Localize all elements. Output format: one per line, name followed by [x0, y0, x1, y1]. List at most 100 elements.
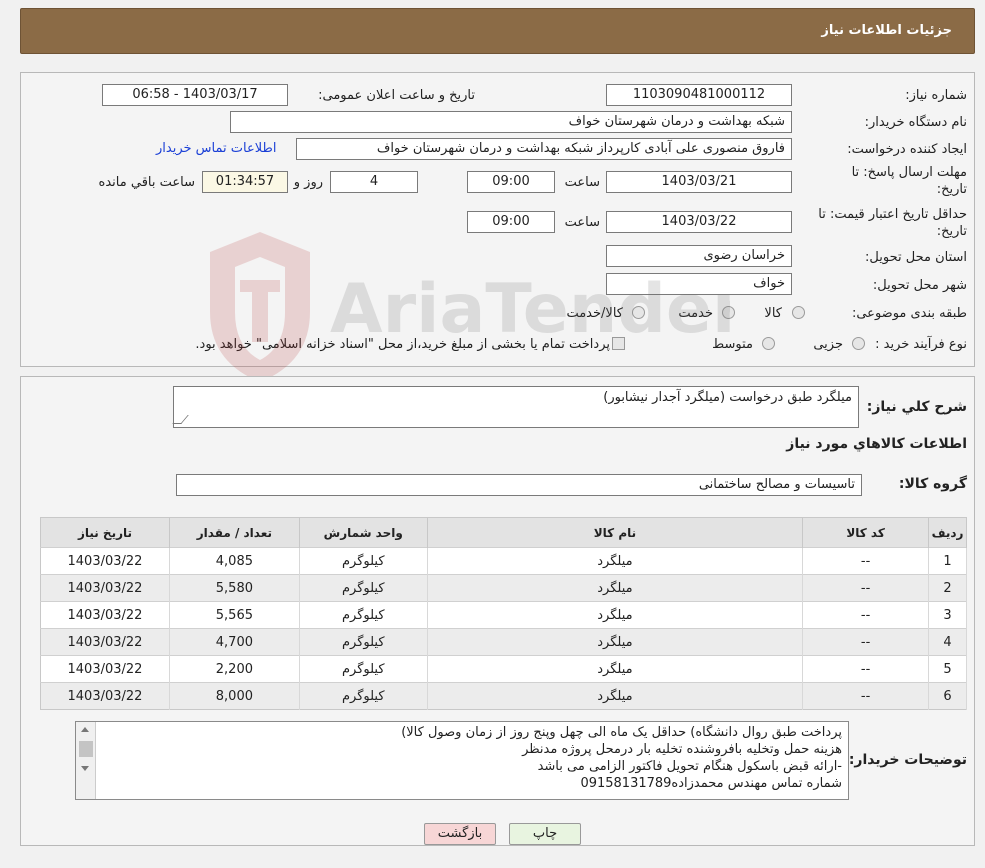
row-number: 5 — [928, 655, 967, 683]
unit: کیلوگرم — [299, 628, 428, 656]
goods-table: ردیف کد کالا نام کالا واحد شمارش تعداد /… — [40, 517, 967, 710]
scroll-thumb[interactable] — [79, 741, 93, 757]
announce-label: تاریخ و ساعت اعلان عمومی: — [318, 88, 475, 103]
row-number: 2 — [928, 574, 967, 602]
goods-name: میلگرد — [427, 601, 804, 629]
need-number-field: 1103090481000112 — [606, 84, 792, 106]
goods-name: میلگرد — [427, 574, 804, 602]
deadline-label: مهلت ارسال پاسخ: تا — [851, 165, 967, 180]
quantity: 4,700 — [169, 628, 300, 656]
col-unit: واحد شمارش — [299, 517, 428, 548]
need-number-label: شماره نیاز: — [905, 88, 967, 103]
table-row: 6 -- میلگرد کیلوگرم 8,000 1403/03/22 — [40, 682, 967, 710]
table-row: 5 -- میلگرد کیلوگرم 2,200 1403/03/22 — [40, 655, 967, 683]
unit: کیلوگرم — [299, 601, 428, 629]
table-row: 1 -- میلگرد کیلوگرم 4,085 1403/03/22 — [40, 547, 967, 575]
buyer-note-line: -ارائه قبض باسکول هنگام تحویل فاکتور الز… — [537, 759, 842, 774]
print-button[interactable]: چاپ — [509, 823, 581, 845]
deadline-date-field: 1403/03/21 — [606, 171, 792, 193]
buyer-note-line: پرداخت طبق روال دانشگاه) حداقل یک ماه ال… — [401, 725, 842, 740]
goods-code: -- — [802, 655, 930, 683]
col-row-number: ردیف — [928, 517, 967, 548]
need-date: 1403/03/22 — [40, 601, 170, 629]
goods-name: میلگرد — [427, 655, 804, 683]
page-header: جزئیات اطلاعات نیاز — [20, 8, 975, 54]
validity-time-label: ساعت — [564, 215, 600, 230]
table-row: 3 -- میلگرد کیلوگرم 5,565 1403/03/22 — [40, 601, 967, 629]
goods-name: میلگرد — [427, 628, 804, 656]
quantity: 8,000 — [169, 682, 300, 710]
quantity: 5,565 — [169, 601, 300, 629]
deadline-label-2: تاریخ: — [936, 182, 967, 197]
watermark-text: AriaTender.neT — [330, 270, 730, 349]
row-number: 1 — [928, 547, 967, 575]
goods-group-label: گروه کالا: — [898, 476, 967, 492]
need-date: 1403/03/22 — [40, 682, 170, 710]
quantity: 5,580 — [169, 574, 300, 602]
page-title: جزئیات اطلاعات نیاز — [821, 23, 952, 38]
announce-field: 1403/03/17 - 06:58 — [102, 84, 288, 106]
deadline-time-field: 09:00 — [467, 171, 555, 193]
remaining-time-field: 01:34:57 — [202, 171, 288, 193]
row-number: 4 — [928, 628, 967, 656]
goods-name: میلگرد — [427, 547, 804, 575]
summary-field: میلگرد طبق درخواست (میلگرد آجدار نیشابور… — [173, 386, 859, 428]
col-goods-name: نام کالا — [427, 517, 804, 548]
ariatender-watermark: AriaTender.neT — [210, 232, 730, 382]
scroll-down-icon[interactable] — [81, 766, 89, 771]
remaining-label: ساعت باقي مانده — [98, 175, 195, 190]
need-date: 1403/03/22 — [40, 655, 170, 683]
process-radio-medium[interactable] — [762, 337, 775, 350]
creator-label: ایجاد کننده درخواست: — [847, 142, 967, 157]
creator-field: فاروق منصوری علی آبادی کارپرداز شبکه بهد… — [296, 138, 792, 160]
buyer-notes-textarea[interactable]: پرداخت طبق روال دانشگاه) حداقل یک ماه ال… — [75, 721, 849, 800]
goods-name: میلگرد — [427, 682, 804, 710]
unit: کیلوگرم — [299, 574, 428, 602]
unit: کیلوگرم — [299, 655, 428, 683]
buyer-note-line: شماره تماس مهندس محمدزاده09158131789 — [580, 776, 842, 791]
goods-code: -- — [802, 601, 930, 629]
days-label: روز و — [293, 175, 323, 190]
deadline-time-label: ساعت — [564, 175, 600, 190]
buyer-contact-link[interactable]: اطلاعات تماس خریدار — [156, 141, 276, 156]
process-label: نوع فرآیند خرید : — [875, 337, 967, 352]
buyer-label: نام دستگاه خریدار: — [864, 115, 967, 130]
category-label: طبقه بندی موضوعی: — [851, 306, 967, 321]
validity-label-2: تاریخ: — [936, 224, 967, 239]
goods-group-field: تاسیسات و مصالح ساختمانی — [176, 474, 862, 496]
row-number: 3 — [928, 601, 967, 629]
category-option-goods: کالا — [764, 306, 782, 321]
need-date: 1403/03/22 — [40, 628, 170, 656]
buyer-field: شبکه بهداشت و درمان شهرستان خواف — [230, 111, 792, 133]
process-option-minor: جزیی — [813, 337, 843, 352]
table-row: 4 -- میلگرد کیلوگرم 4,700 1403/03/22 — [40, 628, 967, 656]
validity-time-field: 09:00 — [467, 211, 555, 233]
buyer-notes-label: توضیحات خریدار: — [848, 752, 967, 768]
col-quantity: تعداد / مقدار — [169, 517, 300, 548]
goods-info-title: اطلاعات کالاهاي مورد نیاز — [786, 436, 967, 452]
need-date: 1403/03/22 — [40, 574, 170, 602]
row-number: 6 — [928, 682, 967, 710]
col-need-date: تاریخ نیاز — [40, 517, 170, 548]
unit: کیلوگرم — [299, 682, 428, 710]
process-radio-minor[interactable] — [852, 337, 865, 350]
col-goods-code: کد کالا — [802, 517, 930, 548]
validity-date-field: 1403/03/22 — [606, 211, 792, 233]
goods-code: -- — [802, 547, 930, 575]
back-button[interactable]: بازگشت — [424, 823, 496, 845]
days-field: 4 — [330, 171, 418, 193]
buyer-note-line: هزینه حمل وتخلیه بافروشنده تخلیه بار درم… — [522, 742, 842, 757]
unit: کیلوگرم — [299, 547, 428, 575]
scroll-up-icon[interactable] — [81, 727, 89, 732]
quantity: 2,200 — [169, 655, 300, 683]
goods-code: -- — [802, 628, 930, 656]
goods-code: -- — [802, 574, 930, 602]
table-header-row: ردیف کد کالا نام کالا واحد شمارش تعداد /… — [40, 517, 967, 548]
validity-label: حداقل تاریخ اعتبار قیمت: تا — [818, 207, 967, 222]
category-radio-goods[interactable] — [792, 306, 805, 319]
notes-scrollbar[interactable] — [76, 722, 96, 799]
quantity: 4,085 — [169, 547, 300, 575]
province-label: استان محل تحویل: — [865, 250, 967, 265]
summary-label: شرح کلي نیاز: — [866, 399, 967, 415]
city-label: شهر محل تحویل: — [872, 278, 967, 293]
